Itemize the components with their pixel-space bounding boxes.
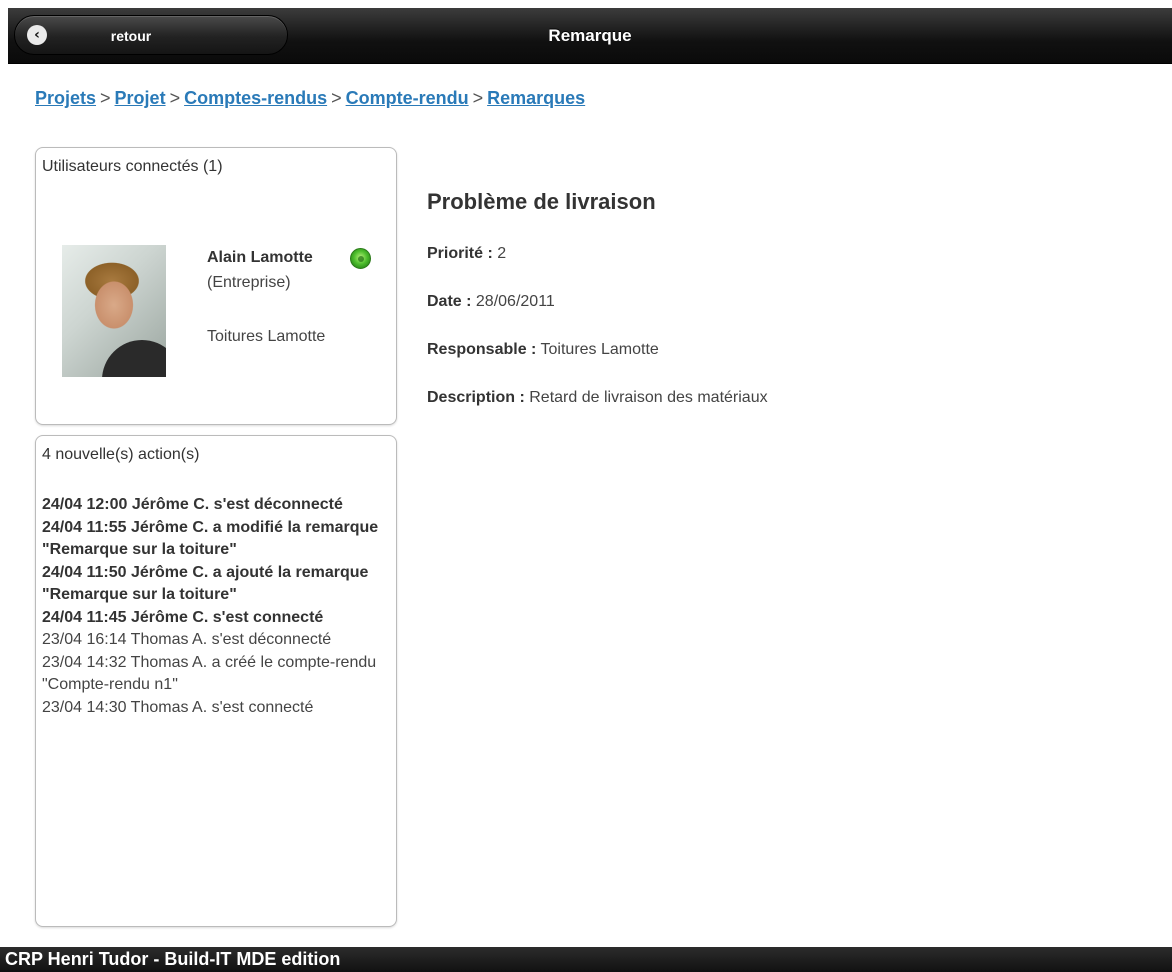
user-company: Toitures Lamotte	[207, 328, 326, 345]
action-item-new: 24/04 11:50 Jérôme C. a ajouté la remarq…	[42, 563, 369, 604]
remark-title: Problème de livraison	[427, 189, 656, 214]
action-item: 23/04 16:14 Thomas A. s'est déconnecté	[42, 631, 332, 648]
user-role: (Entreprise)	[207, 274, 291, 291]
connected-users-title: Utilisateurs connectés (1)	[42, 158, 223, 175]
remark-priority: Priorité : 2	[427, 245, 506, 263]
connected-users-panel: Utilisateurs connectés (1) Alain Lamotte…	[35, 147, 397, 425]
responsible-value: Toitures Lamotte	[540, 341, 659, 358]
priority-value: 2	[497, 245, 507, 262]
priority-label: Priorité :	[427, 245, 493, 262]
user-name: Alain Lamotte	[207, 249, 313, 266]
avatar	[62, 245, 166, 377]
responsible-label: Responsable :	[427, 341, 537, 358]
top-bar: ‹ retour Remarque	[8, 8, 1172, 64]
breadcrumb-link-comptes-rendus[interactable]: Comptes-rendus	[184, 88, 327, 108]
breadcrumb-separator: >	[100, 88, 111, 108]
online-status-icon	[350, 248, 371, 269]
action-item-new: 24/04 12:00 Jérôme C. s'est déconnecté	[42, 496, 343, 513]
description-label: Description :	[427, 389, 525, 406]
action-item: 23/04 14:30 Thomas A. s'est connecté	[42, 698, 314, 716]
remark-date: Date : 28/06/2011	[427, 293, 555, 311]
date-label: Date :	[427, 293, 472, 310]
action-item-new: 24/04 11:45 Jérôme C. s'est connecté	[42, 608, 324, 626]
remark-description: Description : Retard de livraison des ma…	[427, 389, 768, 407]
action-item: 23/04 14:32 Thomas A. a créé le compte-r…	[42, 653, 377, 694]
breadcrumb-link-remarques[interactable]: Remarques	[487, 88, 585, 108]
breadcrumb-link-projets[interactable]: Projets	[35, 88, 96, 108]
action-item-new: 24/04 11:55 Jérôme C. a modifié la remar…	[42, 518, 379, 559]
breadcrumb-link-compte-rendu[interactable]: Compte-rendu	[346, 88, 469, 108]
recent-actions-panel: 4 nouvelle(s) action(s) 24/04 12:00 Jérô…	[35, 435, 397, 927]
footer: CRP Henri Tudor - Build-IT MDE edition	[0, 947, 1172, 972]
breadcrumb: Projets > Projet > Comptes-rendus > Compte-ren…	[35, 88, 585, 109]
description-value: Retard de livraison des matériaux	[529, 389, 768, 406]
breadcrumb-link-projet[interactable]: Projet	[115, 88, 166, 108]
recent-actions-title: 4 nouvelle(s) action(s)	[42, 446, 200, 463]
actions-list: 24/04 12:00 Jérôme C. s'est déconnecté 2…	[42, 494, 388, 719]
breadcrumb-separator: >	[169, 88, 181, 108]
breadcrumb-separator: >	[472, 88, 484, 108]
remark-responsible: Responsable : Toitures Lamotte	[427, 341, 659, 359]
breadcrumb-separator: >	[331, 88, 342, 108]
date-value: 28/06/2011	[475, 293, 555, 310]
back-button-label: retour	[110, 28, 152, 44]
back-button[interactable]: ‹ retour	[14, 15, 288, 55]
